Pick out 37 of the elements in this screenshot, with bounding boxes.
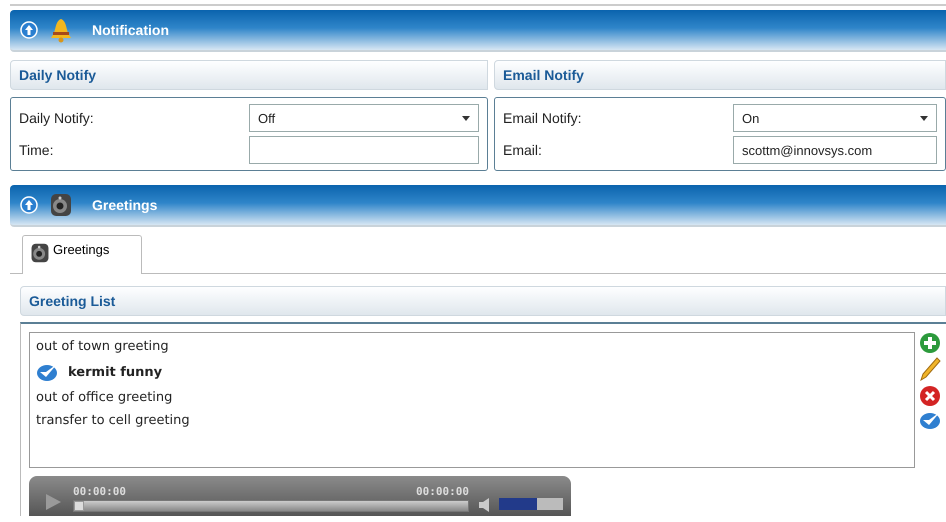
list-item[interactable]: out of office greeting [36, 390, 908, 405]
bell-icon [48, 17, 74, 43]
list-item[interactable]: kermit funny [36, 362, 908, 382]
collapse-icon[interactable] [20, 196, 38, 214]
select-icon[interactable] [919, 410, 941, 430]
section-header: Greeting List [20, 286, 946, 316]
check-icon [36, 362, 58, 382]
speaker-icon [48, 192, 74, 218]
duration-time: 00:00:00 [416, 485, 469, 498]
tab[interactable]: Greetings [22, 235, 142, 274]
section-header: Email Notify [494, 60, 946, 90]
caret-icon [462, 116, 470, 120]
pencil-icon[interactable] [919, 356, 941, 382]
section-header: Daily Notify [10, 60, 488, 90]
input-field[interactable] [249, 136, 479, 164]
play-icon[interactable] [43, 492, 63, 512]
dropdown-field[interactable]: Off [249, 104, 479, 132]
field-label: Email Notify: [503, 110, 583, 126]
section-title: Greetings [92, 197, 158, 213]
speaker-icon [29, 242, 51, 264]
input-field[interactable]: scottm@innovsys.com [733, 136, 937, 164]
collapse-icon[interactable] [20, 21, 38, 39]
list-item[interactable]: transfer to cell greeting [36, 413, 908, 428]
section-title: Notification [92, 22, 169, 38]
delete-icon[interactable] [919, 384, 941, 408]
add-icon[interactable] [919, 332, 941, 354]
dropdown-field[interactable]: On [733, 104, 937, 132]
caret-icon [920, 116, 928, 120]
field-label: Time: [19, 142, 54, 158]
progress-track[interactable] [73, 500, 469, 512]
volume-track[interactable] [499, 498, 563, 510]
progress-thumb[interactable] [74, 501, 84, 511]
elapsed-time: 00:00:00 [73, 485, 126, 498]
field-label: Email: [503, 142, 543, 158]
field-label: Daily Notify: [19, 110, 95, 126]
list-item[interactable]: out of town greeting [36, 339, 908, 354]
volume-icon[interactable] [479, 498, 489, 512]
